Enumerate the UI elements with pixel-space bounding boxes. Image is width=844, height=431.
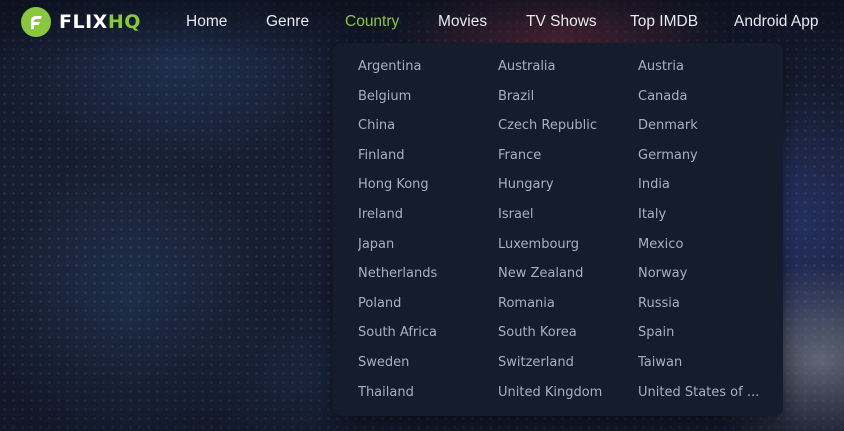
logo-wordmark-suffix: HQ — [107, 11, 141, 33]
country-menu-item[interactable]: Belgium — [358, 88, 483, 106]
country-menu-item[interactable]: India — [638, 176, 763, 194]
country-menu-item[interactable]: South Africa — [358, 324, 483, 342]
country-menu-item[interactable]: Israel — [498, 206, 623, 224]
country-menu-item[interactable]: Australia — [498, 58, 623, 76]
country-menu-item[interactable]: Luxembourg — [498, 236, 623, 254]
country-menu-item[interactable]: China — [358, 117, 483, 135]
nav-top-imdb[interactable]: Top IMDB — [630, 13, 698, 31]
country-menu-item[interactable]: Netherlands — [358, 265, 483, 283]
country-dropdown-menu: Argentina Australia Austria Belgium Brazil Ca… — [333, 43, 783, 416]
country-menu-item[interactable]: Ireland — [358, 206, 483, 224]
country-menu-item[interactable]: United Kingdom — [498, 384, 623, 402]
country-menu-item[interactable]: Thailand — [358, 384, 483, 402]
country-menu-item[interactable]: Sweden — [358, 354, 483, 372]
country-menu-item[interactable]: Romania — [498, 295, 623, 313]
country-menu-item[interactable]: Norway — [638, 265, 763, 283]
country-menu-item[interactable]: Czech Republic — [498, 117, 623, 135]
logo-wordmark-prefix: FLIX — [59, 11, 108, 33]
country-menu-item[interactable]: France — [498, 147, 623, 165]
country-menu-item[interactable]: Switzerland — [498, 354, 623, 372]
country-menu-item[interactable]: Spain — [638, 324, 763, 342]
logo-f-icon — [21, 7, 51, 37]
country-menu-item[interactable]: Mexico — [638, 236, 763, 254]
page: FLIXHQ Home Genre Country Movies TV Show… — [0, 0, 844, 431]
nav-tv-shows[interactable]: TV Shows — [526, 13, 597, 31]
country-menu-item[interactable]: Russia — [638, 295, 763, 313]
country-menu-item[interactable]: Hungary — [498, 176, 623, 194]
country-menu-item[interactable]: South Korea — [498, 324, 623, 342]
site-logo[interactable]: FLIXHQ — [21, 7, 141, 37]
country-menu-item[interactable]: Brazil — [498, 88, 623, 106]
country-menu-item[interactable]: Denmark — [638, 117, 763, 135]
nav-movies[interactable]: Movies — [438, 13, 487, 31]
country-menu-item[interactable]: Taiwan — [638, 354, 763, 372]
country-menu-item[interactable]: Canada — [638, 88, 763, 106]
nav-home[interactable]: Home — [186, 13, 227, 31]
country-menu-item[interactable]: Argentina — [358, 58, 483, 76]
nav-android-app[interactable]: Android App — [734, 13, 818, 31]
country-menu-item[interactable]: Poland — [358, 295, 483, 313]
logo-wordmark: FLIXHQ — [59, 11, 141, 33]
country-menu-item[interactable]: Japan — [358, 236, 483, 254]
site-header: FLIXHQ Home Genre Country Movies TV Show… — [0, 0, 844, 46]
country-menu-item[interactable]: Austria — [638, 58, 763, 76]
country-menu-item[interactable]: Hong Kong — [358, 176, 483, 194]
country-menu-item[interactable]: Finland — [358, 147, 483, 165]
country-menu-item[interactable]: Italy — [638, 206, 763, 224]
nav-country[interactable]: Country — [345, 13, 399, 31]
nav-genre[interactable]: Genre — [266, 13, 309, 31]
country-menu-item[interactable]: Germany — [638, 147, 763, 165]
country-menu-item[interactable]: New Zealand — [498, 265, 623, 283]
country-menu-item[interactable]: United States of ... — [638, 384, 763, 402]
